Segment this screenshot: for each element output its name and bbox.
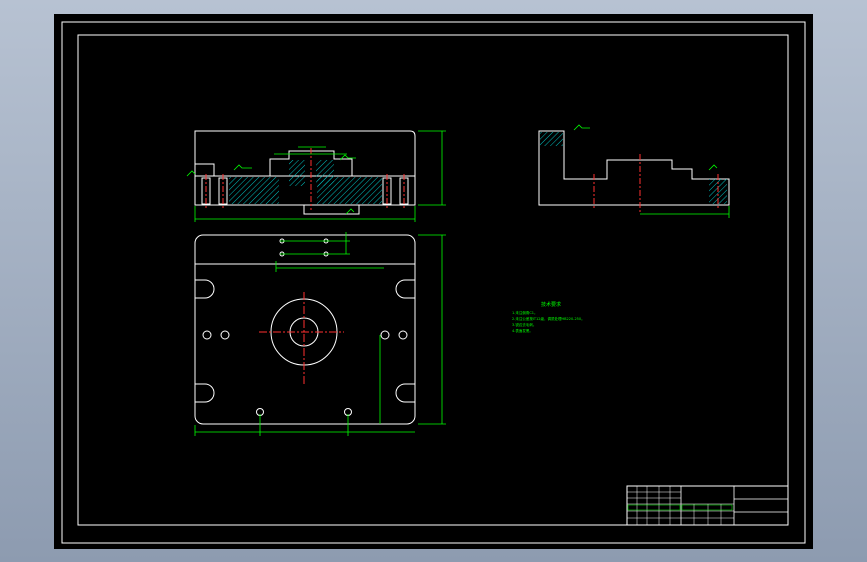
inner-border xyxy=(77,34,789,526)
side-section-view[interactable] xyxy=(538,124,730,218)
tech-requirement-line: 3.锐边去毛刺。 xyxy=(512,322,536,327)
tech-requirement-line: 2.未注公差按IT12级，调质处理HB220-250。 xyxy=(512,316,585,321)
tech-requirement-line: 4.表面发黑。 xyxy=(512,328,533,333)
cad-drawing: 技术要求 1.未注倒角C1。 2.未注公差按IT12级，调质处理HB220-25… xyxy=(61,21,806,544)
technical-requirements: 技术要求 1.未注倒角C1。 2.未注公差按IT12级，调质处理HB220-25… xyxy=(512,301,585,333)
title-block[interactable] xyxy=(626,485,789,526)
tech-requirements-title: 技术要求 xyxy=(541,301,561,308)
viewport-frame: 技术要求 1.未注倒角C1。 2.未注公差按IT12级，调质处理HB220-25… xyxy=(0,0,867,562)
front-section-view[interactable] xyxy=(186,130,446,222)
tech-requirement-line: 1.未注倒角C1。 xyxy=(512,310,538,315)
outer-border xyxy=(61,21,806,544)
top-plan-view[interactable] xyxy=(194,232,446,436)
cad-drawing-canvas[interactable]: 技术要求 1.未注倒角C1。 2.未注公差按IT12级，调质处理HB220-25… xyxy=(54,14,813,549)
